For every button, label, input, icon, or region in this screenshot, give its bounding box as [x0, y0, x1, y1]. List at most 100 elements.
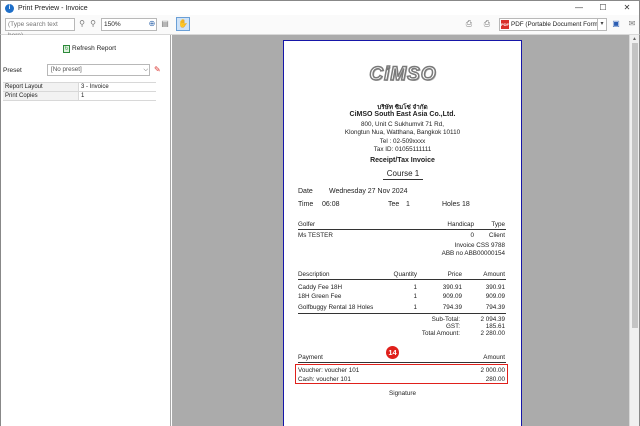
close-button[interactable]: ✕ [615, 1, 639, 15]
property-key: Report Layout [3, 83, 79, 91]
total-value: 2 280.00 [480, 330, 505, 337]
hand-tool-button[interactable]: ✋ [176, 17, 190, 31]
item-price: 794.39 [442, 304, 462, 311]
handicap-header: Handicap [447, 221, 474, 228]
amount-header: Amount [483, 271, 505, 278]
export-format-label: PDF (Portable Document Format) [511, 21, 606, 28]
item-amount: 909.09 [485, 293, 505, 300]
divider [298, 313, 506, 314]
golfer-header: Golfer [298, 221, 316, 228]
window-title: Print Preview - Invoice [18, 4, 88, 12]
item-quantity: 1 [413, 304, 417, 311]
zoom-icon[interactable]: ⊕ [147, 19, 157, 29]
company-name: CiMSO South East Asia Co.,Ltd. [349, 111, 456, 118]
property-row[interactable]: Print Copies 1 [3, 92, 156, 101]
subtotal-value: 2 094.39 [480, 316, 505, 323]
item-description: Golfbuggy Rental 18 Holes [298, 304, 374, 311]
payment-label: Cash: voucher 101 [298, 376, 351, 383]
signature-label: Signature [389, 390, 416, 397]
divider [298, 229, 506, 230]
description-header: Description [298, 271, 330, 278]
tax-id: Tax ID: 01055111111 [373, 146, 432, 153]
minimize-button[interactable]: — [567, 1, 591, 15]
app-icon: i [5, 3, 14, 13]
holes-value: 18 [462, 201, 470, 208]
course-name: Course 1 [383, 169, 423, 180]
refresh-label: Refresh Report [72, 45, 117, 52]
divider [298, 279, 506, 280]
find-next-icon[interactable]: ⚲ [77, 19, 87, 29]
company-logo: CiMSO [364, 62, 442, 88]
invoice-page: CiMSO บริษัท ซิมโซ่ จำกัด CiMSO South Ea… [283, 40, 522, 426]
item-description: Caddy Fee 18H [298, 284, 343, 291]
golfer-name: Ms TESTER [298, 232, 333, 239]
type-header: Type [491, 221, 505, 228]
item-price: 909.09 [442, 293, 462, 300]
payment-amount-header: Amount [483, 354, 505, 361]
preset-label: Preset [3, 67, 22, 74]
address-line-2: Klongtun Nua, Watthana, Bangkok 10110 [344, 129, 461, 136]
preset-select[interactable]: [No preset] ⌵ [47, 64, 150, 76]
tee-label: Tee [388, 201, 400, 208]
scroll-up-icon[interactable]: ▲ [632, 36, 637, 42]
document-title: Receipt/Tax Invoice [370, 157, 435, 164]
telephone: Tel : 02-509xxxx [379, 138, 426, 145]
price-header: Price [447, 271, 462, 278]
handicap-value: 0 [470, 232, 474, 239]
abb-number: ABB no ABB00000154 [441, 250, 505, 257]
scrollbar-thumb[interactable] [632, 43, 638, 328]
search-input[interactable]: (Type search text here) [5, 18, 75, 39]
payment-header: Payment [298, 354, 323, 361]
type-value: Client [488, 232, 505, 239]
item-quantity: 1 [413, 293, 417, 300]
item-amount: 794.39 [485, 304, 505, 311]
title-bar: i Print Preview - Invoice — ☐ ✕ [0, 0, 640, 15]
item-description: 18H Green Fee [298, 293, 342, 300]
toolbar: (Type search text here) ⚲ ⚲ 150% ⊕ ▤ ✋ ⎙… [0, 15, 640, 39]
date-value: Wednesday 27 Nov 2024 [329, 188, 408, 195]
item-amount: 390.91 [485, 284, 505, 291]
tee-value: 1 [406, 201, 410, 208]
find-previous-icon[interactable]: ⚲ [88, 19, 98, 29]
property-row[interactable]: Report Layout 3 - Invoice [3, 83, 156, 92]
logo-text: CiMSO [369, 63, 437, 86]
pdf-icon: PDF [501, 20, 509, 29]
date-label: Date [298, 188, 313, 195]
print-setup-icon[interactable]: ⎙ [464, 19, 474, 29]
item-price: 390.91 [442, 284, 462, 291]
export-format-select[interactable]: PDF PDF (Portable Document Format) [499, 18, 607, 31]
payment-label: Voucher: voucher 101 [298, 367, 360, 374]
report-options-panel: ↻ Refresh Report Preset [No preset] ⌵ ✎ … [0, 35, 171, 426]
chevron-down-icon[interactable]: ▾ [597, 18, 607, 31]
gst-value: 185.61 [485, 323, 505, 330]
print-icon[interactable]: ⎙ [482, 19, 492, 29]
property-grid: Report Layout 3 - Invoice Print Copies 1 [3, 82, 156, 101]
window-controls: — ☐ ✕ [567, 1, 639, 15]
time-value: 06:08 [322, 201, 340, 208]
maximize-button[interactable]: ☐ [591, 1, 615, 15]
item-quantity: 1 [413, 284, 417, 291]
refresh-icon: ↻ [63, 45, 70, 53]
divider [298, 362, 506, 363]
total-label: Total Amount: [421, 330, 460, 337]
edit-preset-icon[interactable]: ✎ [154, 65, 164, 75]
refresh-report-button[interactable]: ↻ Refresh Report [63, 44, 116, 54]
preset-value: [No preset] [51, 66, 82, 73]
payment-amount: 2 000.00 [480, 367, 505, 374]
property-key: Print Copies [3, 92, 79, 100]
vertical-scrollbar[interactable]: ▲ [629, 35, 640, 426]
payment-amount: 280.00 [485, 376, 505, 383]
callout-badge: 14 [386, 346, 399, 359]
page-layout-icon[interactable]: ▤ [160, 19, 170, 29]
holes-label: Holes [442, 201, 460, 208]
subtotal-label: Sub-Total: [431, 316, 460, 323]
quantity-header: Quantity [393, 271, 417, 278]
save-icon[interactable]: ▣ [611, 19, 621, 29]
chevron-down-icon: ⌵ [143, 67, 148, 73]
property-value[interactable]: 1 [79, 92, 84, 100]
email-icon[interactable]: ✉ [627, 19, 637, 29]
time-label: Time [298, 201, 314, 208]
property-value[interactable]: 3 - Invoice [79, 83, 109, 91]
gst-label: GST: [446, 323, 460, 330]
invoice-number: Invoice CSS 9788 [454, 242, 505, 249]
